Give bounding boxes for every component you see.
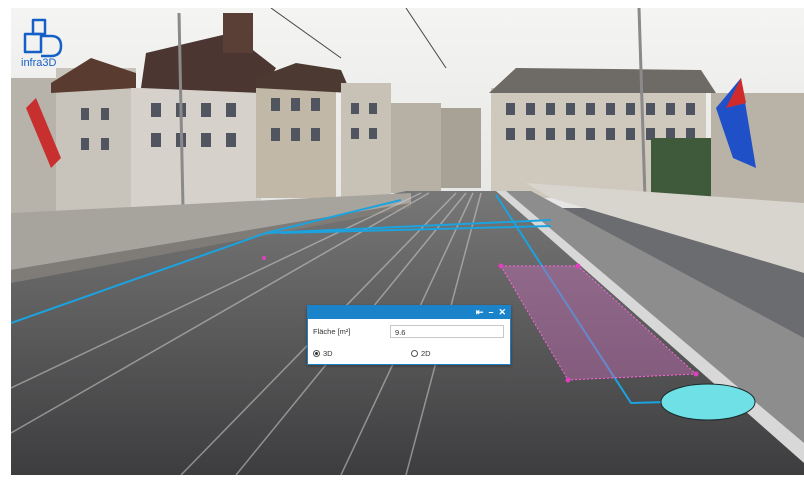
street-view-viewer[interactable]: infra3D ⇤ – ✕ Fläche [m²] 9.6 3D 2D — [11, 8, 804, 475]
street-scene[interactable] — [11, 8, 804, 475]
close-icon[interactable]: ✕ — [498, 306, 506, 319]
radio-2d-label: 2D — [421, 348, 431, 358]
radio-3d-label: 3D — [323, 348, 333, 358]
area-value-field[interactable]: 9.6 — [390, 325, 504, 338]
radio-2d-icon[interactable] — [411, 349, 418, 357]
radio-2d[interactable]: 2D — [411, 347, 431, 359]
dialog-titlebar[interactable]: ⇤ – ✕ — [308, 306, 510, 319]
pin-icon[interactable]: ⇤ — [476, 306, 484, 319]
measure-dialog[interactable]: ⇤ – ✕ Fläche [m²] 9.6 3D 2D — [307, 305, 511, 365]
radio-3d-icon[interactable] — [313, 349, 320, 357]
area-label: Fläche [m²] — [313, 327, 351, 336]
area-row: Fläche [m²] 9.6 — [308, 323, 508, 341]
radio-3d[interactable]: 3D — [313, 347, 333, 359]
measure-cursor[interactable] — [660, 383, 756, 421]
minimize-icon[interactable]: – — [488, 306, 493, 319]
logo-text: infra3D — [21, 57, 57, 69]
